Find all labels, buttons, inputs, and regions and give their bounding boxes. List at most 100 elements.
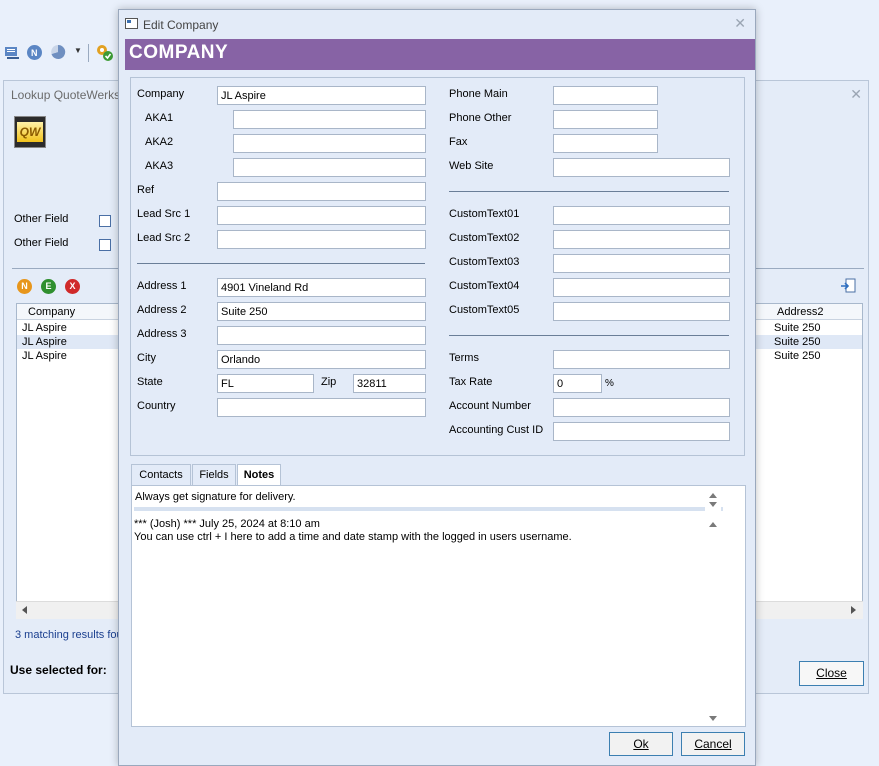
map-pin-check-icon[interactable] <box>96 44 113 61</box>
notes-panel: Always get signature for delivery. *** (… <box>131 485 746 727</box>
cancel-button-label: Cancel <box>694 737 732 751</box>
address-3-label: Address 3 <box>137 328 187 340</box>
aka3-field[interactable] <box>233 158 426 177</box>
cell-company: JL Aspire <box>22 350 67 362</box>
zip-label: Zip <box>321 376 337 388</box>
quotewerks-logo: QW <box>14 116 46 148</box>
new-button[interactable]: N <box>17 279 32 294</box>
top-note-field[interactable]: Always get signature for delivery. <box>134 489 723 511</box>
company-form: Company JL Aspire AKA1 AKA2 AKA3 Ref Lea… <box>130 77 745 456</box>
customtext04-field[interactable] <box>553 278 730 297</box>
address-2-field[interactable]: Suite 250 <box>217 302 426 321</box>
address-3-field[interactable] <box>217 326 426 345</box>
ref-label: Ref <box>137 184 155 196</box>
tab-notes[interactable]: Notes <box>237 464 281 487</box>
company-label: Company <box>137 88 185 100</box>
aka2-label: AKA2 <box>145 136 174 148</box>
web-site-field[interactable] <box>553 158 730 177</box>
account-number-label: Account Number <box>449 400 531 412</box>
aka2-field[interactable] <box>233 134 426 153</box>
cell-address2: Suite 250 <box>774 322 821 334</box>
edit-button[interactable]: E <box>41 279 56 294</box>
city-field[interactable]: Orlando <box>217 350 426 369</box>
phone-main-field[interactable] <box>553 86 658 105</box>
customtext02-field[interactable] <box>553 230 730 249</box>
notes-n-icon[interactable]: N <box>26 44 42 60</box>
contacts-icon[interactable] <box>4 45 20 61</box>
left-divider <box>137 263 425 264</box>
top-note-scrollbar[interactable] <box>705 489 721 511</box>
lead-src-1-label: Lead Src 1 <box>137 208 191 220</box>
scroll-right-icon[interactable] <box>851 606 856 614</box>
tax-rate-label: Tax Rate <box>449 376 493 388</box>
close-button[interactable]: Close <box>799 661 864 686</box>
terms-field[interactable] <box>553 350 730 369</box>
tab-fields[interactable]: Fields <box>192 464 236 486</box>
aka1-field[interactable] <box>233 110 426 129</box>
ok-button[interactable]: Ok <box>609 732 673 756</box>
company-field[interactable]: JL Aspire <box>217 86 426 105</box>
customtext05-label: CustomText05 <box>449 304 520 316</box>
cancel-button[interactable]: Cancel <box>681 732 745 756</box>
lookup-title: Lookup QuoteWerks <box>11 88 121 102</box>
scroll-up-icon[interactable] <box>709 522 717 527</box>
col-address2-header[interactable]: Address2 <box>777 306 823 318</box>
pie-chart-icon[interactable] <box>50 44 66 60</box>
ok-button-label: Ok <box>633 737 649 751</box>
notes-textarea[interactable]: *** (Josh) *** July 25, 2024 at 8:10 am … <box>134 518 723 544</box>
notes-scrollbar[interactable] <box>705 518 721 726</box>
other-field-checkbox-1[interactable] <box>99 215 111 227</box>
zip-field[interactable]: 32811 <box>353 374 426 393</box>
toolbar-divider <box>88 44 89 62</box>
svg-text:N: N <box>31 48 38 58</box>
ref-field[interactable] <box>217 182 426 201</box>
right-divider-1 <box>449 191 729 192</box>
phone-other-field[interactable] <box>553 110 658 129</box>
state-label: State <box>137 376 163 388</box>
fax-field[interactable] <box>553 134 658 153</box>
phone-main-label: Phone Main <box>449 88 508 100</box>
customtext01-label: CustomText01 <box>449 208 520 220</box>
lead-src-1-field[interactable] <box>217 206 426 225</box>
address-1-field[interactable]: 4901 Vineland Rd <box>217 278 426 297</box>
note-entry-text: You can use ctrl + I here to add a time … <box>134 531 572 543</box>
accounting-cust-id-field[interactable] <box>553 422 730 441</box>
lead-src-2-label: Lead Src 2 <box>137 232 191 244</box>
aka3-label: AKA3 <box>145 160 174 172</box>
edit-company-dialog: Edit Company ✕ COMPANY Company JL Aspire… <box>118 9 756 766</box>
state-field[interactable]: FL <box>217 374 314 393</box>
address-2-label: Address 2 <box>137 304 187 316</box>
city-label: City <box>137 352 156 364</box>
note-entry-header: *** (Josh) *** July 25, 2024 at 8:10 am <box>134 518 320 530</box>
customtext01-field[interactable] <box>553 206 730 225</box>
lead-src-2-field[interactable] <box>217 230 426 249</box>
window-icon <box>125 18 138 29</box>
tab-contacts[interactable]: Contacts <box>131 464 191 486</box>
other-field-label-2: Other Field <box>14 237 69 249</box>
delete-button[interactable]: X <box>65 279 80 294</box>
address-1-label: Address 1 <box>137 280 187 292</box>
col-company-header[interactable]: Company <box>28 306 75 318</box>
customtext03-field[interactable] <box>553 254 730 273</box>
dialog-close-icon[interactable]: ✕ <box>734 15 746 32</box>
cell-address2: Suite 250 <box>774 350 821 362</box>
customtext03-label: CustomText03 <box>449 256 520 268</box>
account-number-field[interactable] <box>553 398 730 417</box>
tax-rate-field[interactable]: 0 <box>553 374 602 393</box>
terms-label: Terms <box>449 352 479 364</box>
banner-title: COMPANY <box>129 42 229 63</box>
scroll-down-icon[interactable] <box>709 716 717 721</box>
scroll-up-icon[interactable] <box>709 493 717 498</box>
other-field-checkbox-2[interactable] <box>99 239 111 251</box>
scroll-down-icon[interactable] <box>709 502 717 507</box>
lookup-close-icon[interactable]: ✕ <box>850 86 862 103</box>
dropdown-arrow-icon[interactable]: ▼ <box>74 46 82 55</box>
scroll-left-icon[interactable] <box>22 606 27 614</box>
export-icon[interactable] <box>840 278 856 294</box>
customtext05-field[interactable] <box>553 302 730 321</box>
cell-company: JL Aspire <box>22 322 67 334</box>
fax-label: Fax <box>449 136 468 148</box>
aka1-label: AKA1 <box>145 112 174 124</box>
country-field[interactable] <box>217 398 426 417</box>
customtext04-label: CustomText04 <box>449 280 520 292</box>
